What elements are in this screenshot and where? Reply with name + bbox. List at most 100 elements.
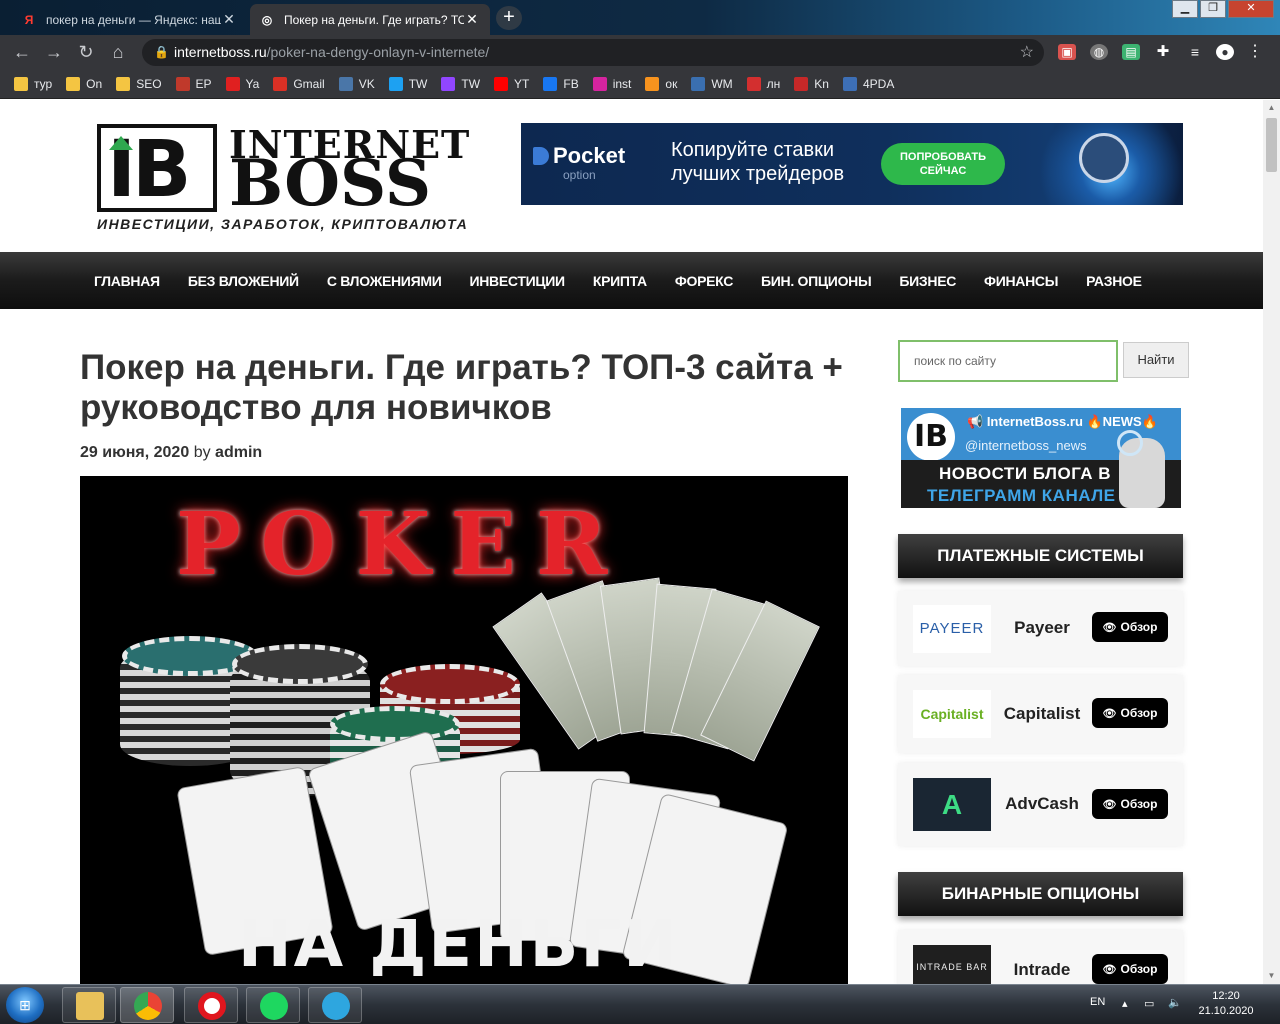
bookmark-item[interactable]: лн: [746, 76, 780, 91]
bookmark-item[interactable]: TW: [388, 76, 428, 91]
nav-item[interactable]: БЕЗ ВЛОЖЕНИЙ: [188, 273, 299, 289]
telegram-icon: [322, 992, 350, 1020]
profile-avatar-icon[interactable]: ●: [1216, 44, 1234, 60]
bookmark-item[interactable]: 4PDA: [842, 76, 895, 91]
nav-item[interactable]: С ВЛОЖЕНИЯМИ: [327, 273, 442, 289]
review-button[interactable]: 👁 Обзор: [1092, 954, 1168, 984]
site-tagline: ИНВЕСТИЦИИ, ЗАРАБОТОК, КРИПТОВАЛЮТА: [97, 216, 469, 232]
scrollbar-thumb[interactable]: [1266, 118, 1277, 172]
bookmark-item[interactable]: TW: [441, 76, 480, 91]
restore-icon[interactable]: ❐: [1200, 0, 1226, 18]
scroll-up-icon[interactable]: ▲: [1263, 100, 1280, 116]
nav-item[interactable]: БИН. ОПЦИОНЫ: [761, 273, 872, 289]
banner-text-line2: лучших трейдеров: [671, 163, 845, 185]
menu-kebab-icon[interactable]: ⋮: [1246, 44, 1264, 60]
nav-item[interactable]: ФОРЕКС: [675, 273, 733, 289]
banner-cta-button[interactable]: ПОПРОБОВАТЬ СЕЙЧАС: [881, 143, 1005, 185]
volume-icon[interactable]: 🔈: [1168, 996, 1182, 1009]
review-button[interactable]: 👁 Обзор: [1092, 789, 1168, 819]
site-logo[interactable]: IB INTERNET BOSS ИНВЕСТИЦИИ, ЗАРАБОТОК, …: [97, 122, 487, 234]
bookmark-item[interactable]: FB: [543, 76, 579, 91]
bookmark-label: EP: [195, 76, 212, 91]
review-button[interactable]: 👁 Обзор: [1092, 698, 1168, 728]
taskbar-clock[interactable]: 12:20 21.10.2020: [1196, 989, 1256, 1019]
bookmark-label: Gmail: [293, 76, 325, 91]
close-window-icon[interactable]: ✕: [1228, 0, 1274, 18]
telegram-channel-name-text: InternetBoss.ru 🔥NEWS🔥: [986, 414, 1158, 429]
scroll-down-icon[interactable]: ▼: [1263, 968, 1280, 984]
nav-item[interactable]: БИЗНЕС: [899, 273, 956, 289]
minimize-icon[interactable]: ▁: [1172, 0, 1198, 18]
hero-title-poker: POKER: [176, 494, 628, 595]
media-control-icon[interactable]: ≡: [1186, 44, 1204, 60]
back-icon[interactable]: ←: [10, 41, 34, 63]
bookmark-item[interactable]: Gmail: [273, 76, 325, 91]
globe-extension-icon[interactable]: ◍: [1090, 44, 1108, 60]
bookmark-item[interactable]: WM: [691, 76, 733, 91]
nav-item[interactable]: РАЗНОЕ: [1086, 273, 1142, 289]
folder-icon: [76, 992, 104, 1020]
search-button[interactable]: Найти: [1123, 342, 1189, 378]
extensions-puzzle-icon[interactable]: ✚: [1154, 44, 1172, 60]
yandex-icon: Я: [24, 12, 34, 27]
chrome-icon: [134, 992, 162, 1020]
bookmark-label: ок: [665, 76, 678, 91]
taskbar-explorer[interactable]: [62, 987, 116, 1023]
bookmark-item[interactable]: inst: [592, 76, 631, 91]
forward-icon[interactable]: →: [42, 41, 66, 63]
taskbar-opera[interactable]: [184, 987, 238, 1023]
nav-item[interactable]: ГЛАВНАЯ: [94, 273, 160, 289]
tab-active-article[interactable]: ◎ Покер на деньги. Где играть? ТО ✕: [250, 4, 490, 35]
page-scrollbar[interactable]: ▲ ▼: [1263, 100, 1280, 984]
article-date[interactable]: 29 июня, 2020: [80, 444, 189, 461]
tab-yandex-search[interactable]: Я покер на деньги — Яндекс: наш ✕: [12, 4, 247, 35]
reload-icon[interactable]: ↻: [74, 41, 98, 63]
extension-icon[interactable]: ▣: [1058, 44, 1076, 60]
eye-icon: 👁: [1102, 622, 1117, 634]
bookmark-item[interactable]: ок: [645, 76, 678, 91]
nav-item[interactable]: КРИПТА: [593, 273, 647, 289]
close-tab-icon[interactable]: ✕: [464, 11, 480, 28]
bookmark-item[interactable]: EP: [175, 76, 212, 91]
bookmark-item[interactable]: тур: [14, 76, 52, 91]
banner-brand-sub: option: [563, 168, 596, 182]
tray-expand-icon[interactable]: ▴: [1122, 997, 1128, 1010]
opera-icon: [198, 992, 226, 1020]
search-input[interactable]: поиск по сайту: [898, 340, 1118, 382]
url-path: /poker-na-dengy-onlayn-v-internete/: [266, 44, 490, 60]
taskbar-chrome[interactable]: [120, 987, 174, 1023]
bookmark-item[interactable]: Kn: [794, 76, 829, 91]
home-icon[interactable]: ⌂: [106, 41, 130, 63]
bookmark-item[interactable]: YT: [494, 76, 529, 91]
bookmark-item[interactable]: VK: [338, 76, 375, 91]
ad-banner[interactable]: Pocket option Копируйте ставки лучших тр…: [521, 123, 1183, 205]
nav-item[interactable]: ИНВЕСТИЦИИ: [469, 273, 565, 289]
review-button[interactable]: 👁 Обзор: [1092, 612, 1168, 642]
start-button-icon[interactable]: ⊞: [6, 987, 44, 1023]
close-tab-icon[interactable]: ✕: [221, 11, 237, 28]
language-indicator[interactable]: EN: [1090, 996, 1105, 1008]
nav-item[interactable]: ФИНАНСЫ: [984, 273, 1058, 289]
bookmark-item[interactable]: On: [66, 76, 102, 91]
page-viewport: IB INTERNET BOSS ИНВЕСТИЦИИ, ЗАРАБОТОК, …: [0, 100, 1263, 984]
bookmark-label: TW: [408, 76, 428, 91]
bookmark-item[interactable]: Ya: [225, 76, 259, 91]
intrade-logo: INTRADE BAR: [913, 945, 991, 984]
telegram-banner[interactable]: IB 📢 InternetBoss.ru 🔥NEWS🔥 @internetbos…: [901, 408, 1181, 508]
bookmark-star-icon[interactable]: ☆: [1020, 39, 1034, 66]
binary-item-intrade: INTRADE BAR Intrade 👁 Обзор: [898, 930, 1183, 984]
lock-icon[interactable]: 🔒: [154, 39, 169, 66]
taskbar-telegram[interactable]: [308, 987, 362, 1023]
bookmark-label: 4PDA: [862, 76, 895, 91]
taskbar-spotify[interactable]: [246, 987, 300, 1023]
address-bar[interactable]: 🔒 internetboss.ru/poker-na-dengy-onlayn-…: [142, 39, 1044, 66]
extension-green-icon[interactable]: ▤: [1122, 44, 1140, 60]
article-author[interactable]: admin: [215, 444, 262, 461]
network-icon[interactable]: ▭: [1144, 997, 1154, 1010]
new-tab-button[interactable]: +: [496, 6, 522, 30]
payment-name: AdvCash: [1005, 794, 1079, 813]
banner-text: Копируйте ставки лучших трейдеров: [671, 138, 844, 186]
bookmark-item[interactable]: SEO: [116, 76, 162, 91]
payment-item-payeer: PAYEER Payeer 👁 Обзор: [898, 591, 1183, 666]
kinopoisk-icon: [794, 76, 809, 91]
